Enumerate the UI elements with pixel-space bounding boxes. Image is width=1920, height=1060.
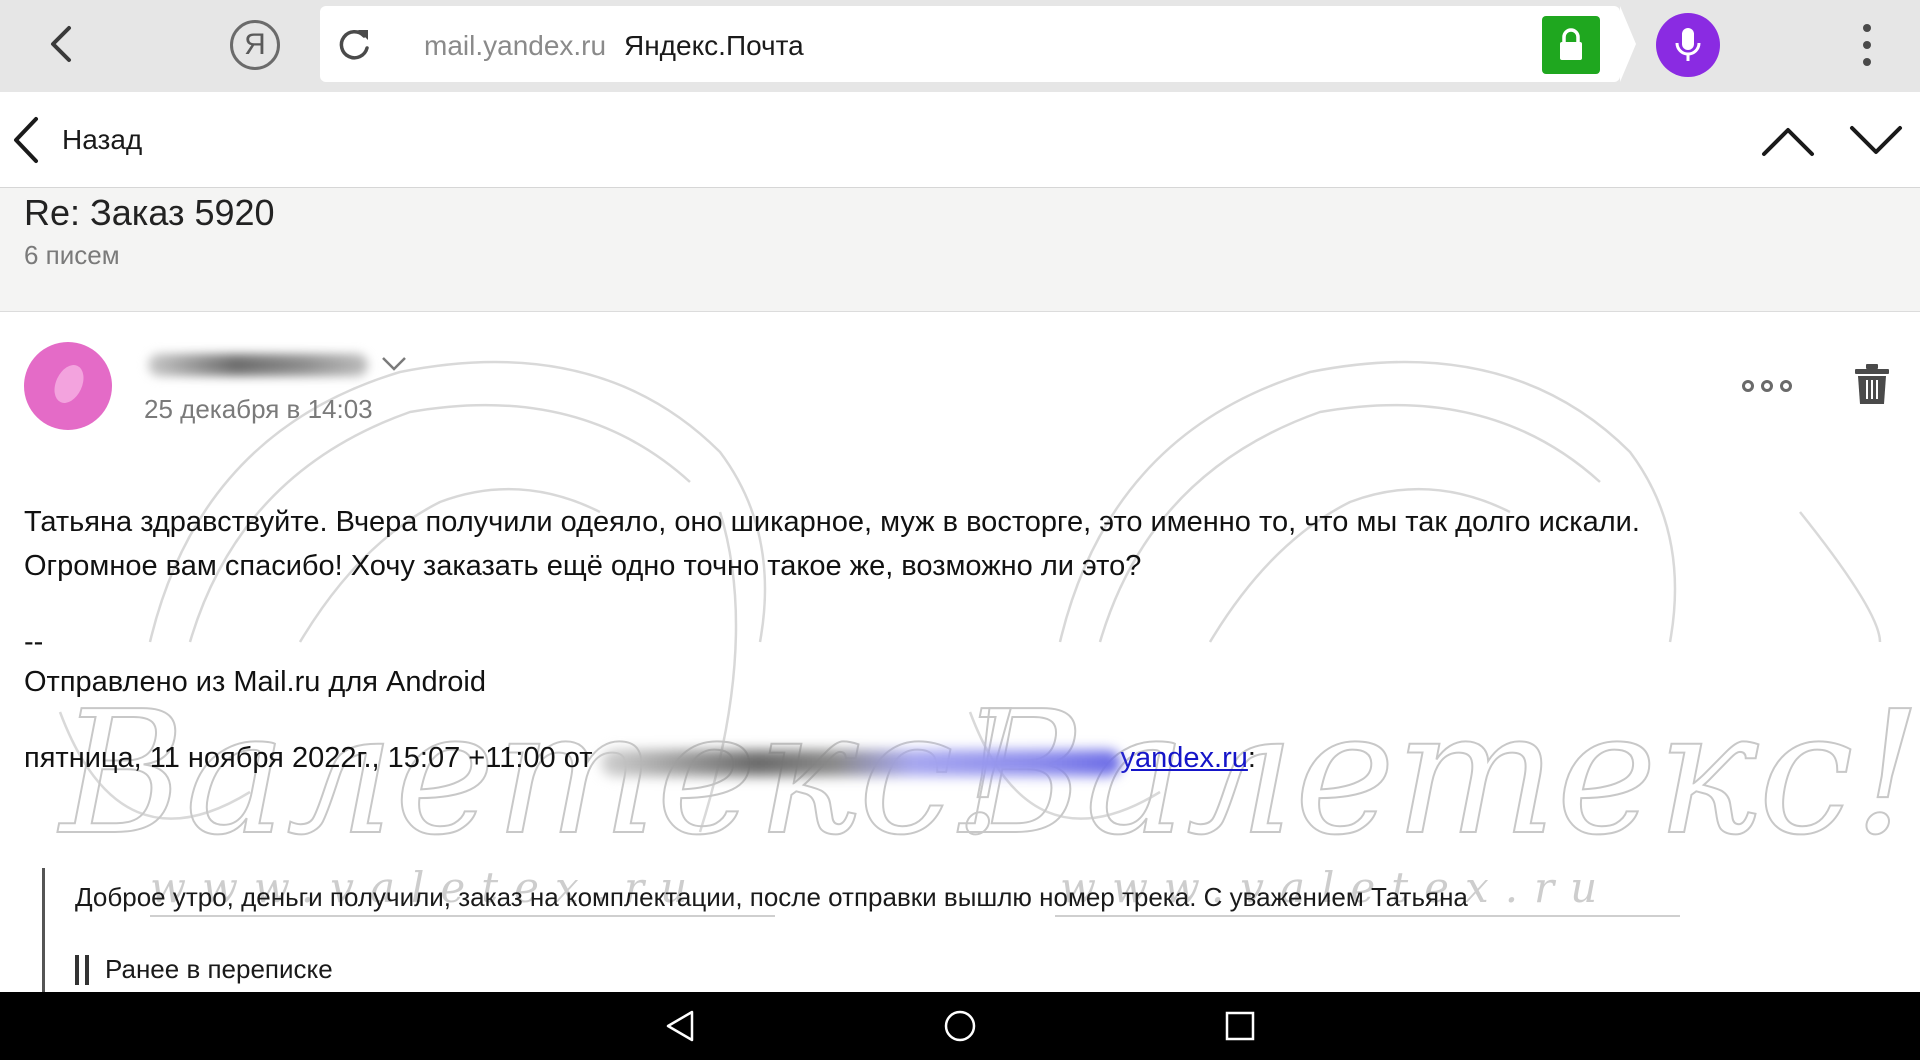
back-button[interactable]: Назад xyxy=(12,114,142,166)
mail-navbar: Назад xyxy=(0,92,1920,188)
thread-subject: Re: Заказ 5920 xyxy=(24,192,275,233)
signature: Отправлено из Mail.ru для Android xyxy=(24,666,486,698)
address-bar[interactable]: mail.yandex.ru Яндекс.Почта xyxy=(320,6,1620,82)
page-title: Яндекс.Почта xyxy=(624,30,804,61)
chevron-down-icon[interactable] xyxy=(1848,116,1904,164)
android-recent-icon[interactable] xyxy=(1222,1008,1258,1044)
trash-icon[interactable] xyxy=(1852,362,1892,406)
message-date: 25 декабря в 14:03 xyxy=(144,394,373,424)
lock-icon[interactable] xyxy=(1542,16,1600,74)
more-horizontal-icon[interactable] xyxy=(1742,376,1792,396)
sender-email-link[interactable]: yandex.ru xyxy=(1121,742,1248,774)
quoted-message: Доброе утро, деньги получили, заказ на к… xyxy=(42,868,1902,992)
thread-header: Re: Заказ 5920 6 писем xyxy=(0,188,1920,312)
browser-toolbar: Я mail.yandex.ru Яндекс.Почта xyxy=(0,0,1920,92)
back-label: Назад xyxy=(62,124,143,155)
android-back-icon[interactable] xyxy=(662,1008,698,1044)
reply-header: пятница, 11 ноября 2022г., 15:07 +11:00 … xyxy=(24,742,1256,777)
chevron-up-icon[interactable] xyxy=(1760,116,1816,164)
android-navbar xyxy=(0,992,1920,1060)
address-bar-tip xyxy=(1620,6,1636,82)
url-domain: mail.yandex.ru xyxy=(424,30,607,61)
back-chevron-icon xyxy=(14,117,38,163)
quote-text: Доброе утро, деньги получили, заказ на к… xyxy=(75,882,1468,912)
avatar[interactable] xyxy=(24,342,112,430)
earlier-in-thread-toggle[interactable]: Ранее в переписке xyxy=(75,954,333,985)
more-vertical-icon[interactable] xyxy=(1852,20,1882,70)
android-home-icon[interactable] xyxy=(942,1008,978,1044)
yandex-letter: Я xyxy=(244,28,266,61)
body-line-1: Татьяна здравствуйте. Вчера получили оде… xyxy=(24,506,1640,538)
microphone-icon[interactable] xyxy=(1656,13,1720,77)
thread-count: 6 писем xyxy=(24,240,120,270)
sender-email-redacted[interactable] xyxy=(600,744,1121,777)
reply-header-suffix: : xyxy=(1247,742,1256,774)
reload-icon[interactable] xyxy=(334,24,374,64)
earlier-in-thread-label: Ранее в переписке xyxy=(105,954,333,984)
sender-chevron-icon[interactable] xyxy=(380,354,408,374)
quote-bars-icon xyxy=(75,954,89,985)
signature-separator: -- xyxy=(24,626,44,658)
back-arrow-icon[interactable] xyxy=(36,18,88,70)
yandex-icon[interactable]: Я xyxy=(230,20,280,70)
message: Валетекс! Валетекс! www.valetex.ru www.v… xyxy=(0,312,1920,992)
sender-name-redacted[interactable] xyxy=(148,354,368,376)
reply-header-prefix: пятница, 11 ноября 2022г., 15:07 +11:00 … xyxy=(24,742,593,774)
body-line-2: Огромное вам спасибо! Хочу заказать ещё … xyxy=(24,550,1142,582)
